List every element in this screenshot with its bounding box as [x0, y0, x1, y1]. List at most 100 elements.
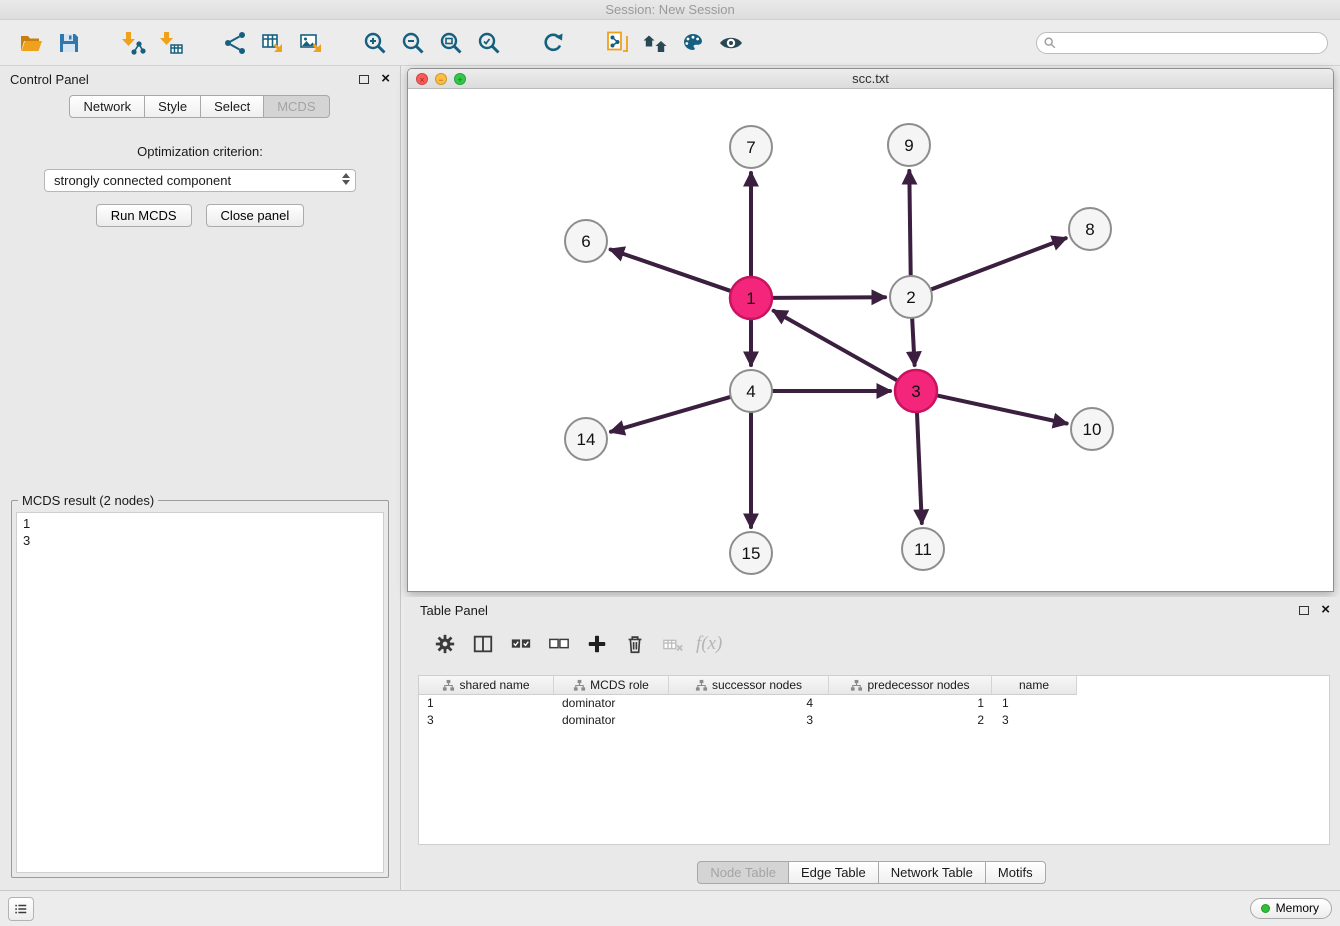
tab-motifs[interactable]: Motifs: [985, 861, 1046, 884]
delete-table-button[interactable]: [658, 629, 688, 659]
svg-text:3: 3: [911, 382, 920, 401]
close-panel-button[interactable]: Close panel: [206, 204, 305, 227]
table-panel-header: Table Panel ×: [404, 597, 1340, 623]
close-panel-icon[interactable]: ×: [381, 72, 390, 86]
svg-text:6: 6: [581, 232, 590, 251]
float-table-panel-icon[interactable]: [1299, 606, 1309, 615]
export-table-button[interactable]: [254, 25, 292, 61]
network-window-titlebar[interactable]: scc.txt × − +: [408, 69, 1333, 89]
graph-edge-2-8[interactable]: [932, 238, 1066, 289]
close-window-icon[interactable]: ×: [416, 73, 428, 85]
graph-edge-1-2[interactable]: [773, 297, 885, 298]
function-builder-button[interactable]: f(x): [696, 629, 722, 659]
column-label: successor nodes: [712, 678, 802, 692]
svg-text:9: 9: [904, 136, 913, 155]
traffic-lights: × − +: [416, 73, 466, 85]
open-session-button[interactable]: [12, 25, 50, 61]
deselect-all-button[interactable]: [544, 629, 574, 659]
table-row[interactable]: 1dominator411: [419, 695, 1329, 712]
show-panels-button[interactable]: [8, 897, 34, 921]
graph-edge-1-6[interactable]: [611, 250, 731, 291]
mcds-result-line: 1: [23, 515, 377, 532]
zoom-fit-button[interactable]: [432, 25, 470, 61]
refresh-icon: [540, 30, 566, 56]
graph-node-7[interactable]: 7: [730, 126, 772, 168]
column-label: shared name: [459, 678, 529, 692]
show-columns-button[interactable]: [468, 629, 498, 659]
share-network-button[interactable]: [216, 25, 254, 61]
network-window-title: scc.txt: [408, 71, 1333, 86]
zoom-in-button[interactable]: [356, 25, 394, 61]
graph-node-10[interactable]: 10: [1071, 408, 1113, 450]
zoom-selected-button[interactable]: [470, 25, 508, 61]
select-all-button[interactable]: [506, 629, 536, 659]
graph-edge-3-11[interactable]: [917, 413, 922, 523]
float-panel-icon[interactable]: [359, 75, 369, 84]
criterion-dropdown[interactable]: strongly connected component: [44, 169, 356, 192]
select-all-icon: [510, 633, 532, 655]
tab-style[interactable]: Style: [144, 95, 201, 118]
import-table-button[interactable]: [152, 25, 190, 61]
export-image-button[interactable]: [292, 25, 330, 61]
close-table-panel-icon[interactable]: ×: [1321, 603, 1330, 617]
table-cell: 3: [419, 712, 554, 729]
apply-style-button[interactable]: [674, 25, 712, 61]
network-canvas[interactable]: 7 9 6 8 1 2 4 3 14 10 15 11: [408, 89, 1333, 591]
tab-edge-table[interactable]: Edge Table: [788, 861, 879, 884]
column-header-shared-name[interactable]: shared name: [419, 676, 554, 695]
table-settings-button[interactable]: [430, 629, 460, 659]
graph-node-3[interactable]: 3: [895, 370, 937, 412]
tab-network[interactable]: Network: [69, 95, 145, 118]
graph-node-6[interactable]: 6: [565, 220, 607, 262]
delete-column-button[interactable]: [620, 629, 650, 659]
graph-edge-4-14[interactable]: [611, 397, 730, 432]
mcds-result-list[interactable]: 1 3: [16, 512, 384, 873]
column-header-name[interactable]: name: [992, 676, 1077, 695]
search-input[interactable]: [1036, 32, 1328, 54]
column-header-predecessor-nodes[interactable]: predecessor nodes: [829, 676, 992, 695]
show-hide-button[interactable]: [712, 25, 750, 61]
graph-node-4[interactable]: 4: [730, 370, 772, 412]
run-mcds-button[interactable]: Run MCDS: [96, 204, 192, 227]
clone-network-button[interactable]: [598, 25, 636, 61]
graph-node-14[interactable]: 14: [565, 418, 607, 460]
refresh-view-button[interactable]: [534, 25, 572, 61]
tab-node-table[interactable]: Node Table: [697, 861, 789, 884]
svg-text:11: 11: [914, 540, 932, 559]
main-toolbar: [0, 20, 1340, 66]
memory-label: Memory: [1276, 901, 1319, 915]
column-header-successor-nodes[interactable]: successor nodes: [669, 676, 829, 695]
zoom-out-icon: [400, 30, 426, 56]
table-row[interactable]: 3dominator323: [419, 712, 1329, 729]
export-table-icon: [260, 30, 286, 56]
graph-node-8[interactable]: 8: [1069, 208, 1111, 250]
save-session-button[interactable]: [50, 25, 88, 61]
network-overview-button[interactable]: [636, 25, 674, 61]
toolbar-group-session: [12, 25, 88, 61]
maximize-window-icon[interactable]: +: [454, 73, 466, 85]
minimize-window-icon[interactable]: −: [435, 73, 447, 85]
add-column-button[interactable]: [582, 629, 612, 659]
network-graph[interactable]: 7 9 6 8 1 2 4 3 14 10 15 11: [408, 89, 1333, 591]
tab-network-table[interactable]: Network Table: [878, 861, 986, 884]
import-network-button[interactable]: [114, 25, 152, 61]
node-table[interactable]: shared name MCDS role successor nodes pr…: [418, 675, 1330, 845]
memory-button[interactable]: Memory: [1250, 898, 1332, 919]
svg-text:15: 15: [742, 544, 761, 563]
graph-node-9[interactable]: 9: [888, 124, 930, 166]
graph-edge-2-3[interactable]: [912, 319, 914, 365]
graph-node-1[interactable]: 1: [730, 277, 772, 319]
graph-node-2[interactable]: 2: [890, 276, 932, 318]
svg-text:8: 8: [1085, 220, 1094, 239]
zoom-out-button[interactable]: [394, 25, 432, 61]
graph-edge-2-9[interactable]: [909, 171, 910, 275]
graph-edge-3-10[interactable]: [938, 396, 1067, 424]
graph-edge-3-1[interactable]: [774, 311, 897, 380]
table-cell: 1: [992, 695, 1077, 712]
window-title: Session: New Session: [605, 2, 734, 17]
column-header-mcds-role[interactable]: MCDS role: [554, 676, 669, 695]
tab-mcds[interactable]: MCDS: [263, 95, 329, 118]
graph-node-11[interactable]: 11: [902, 528, 944, 570]
graph-node-15[interactable]: 15: [730, 532, 772, 574]
tab-select[interactable]: Select: [200, 95, 264, 118]
